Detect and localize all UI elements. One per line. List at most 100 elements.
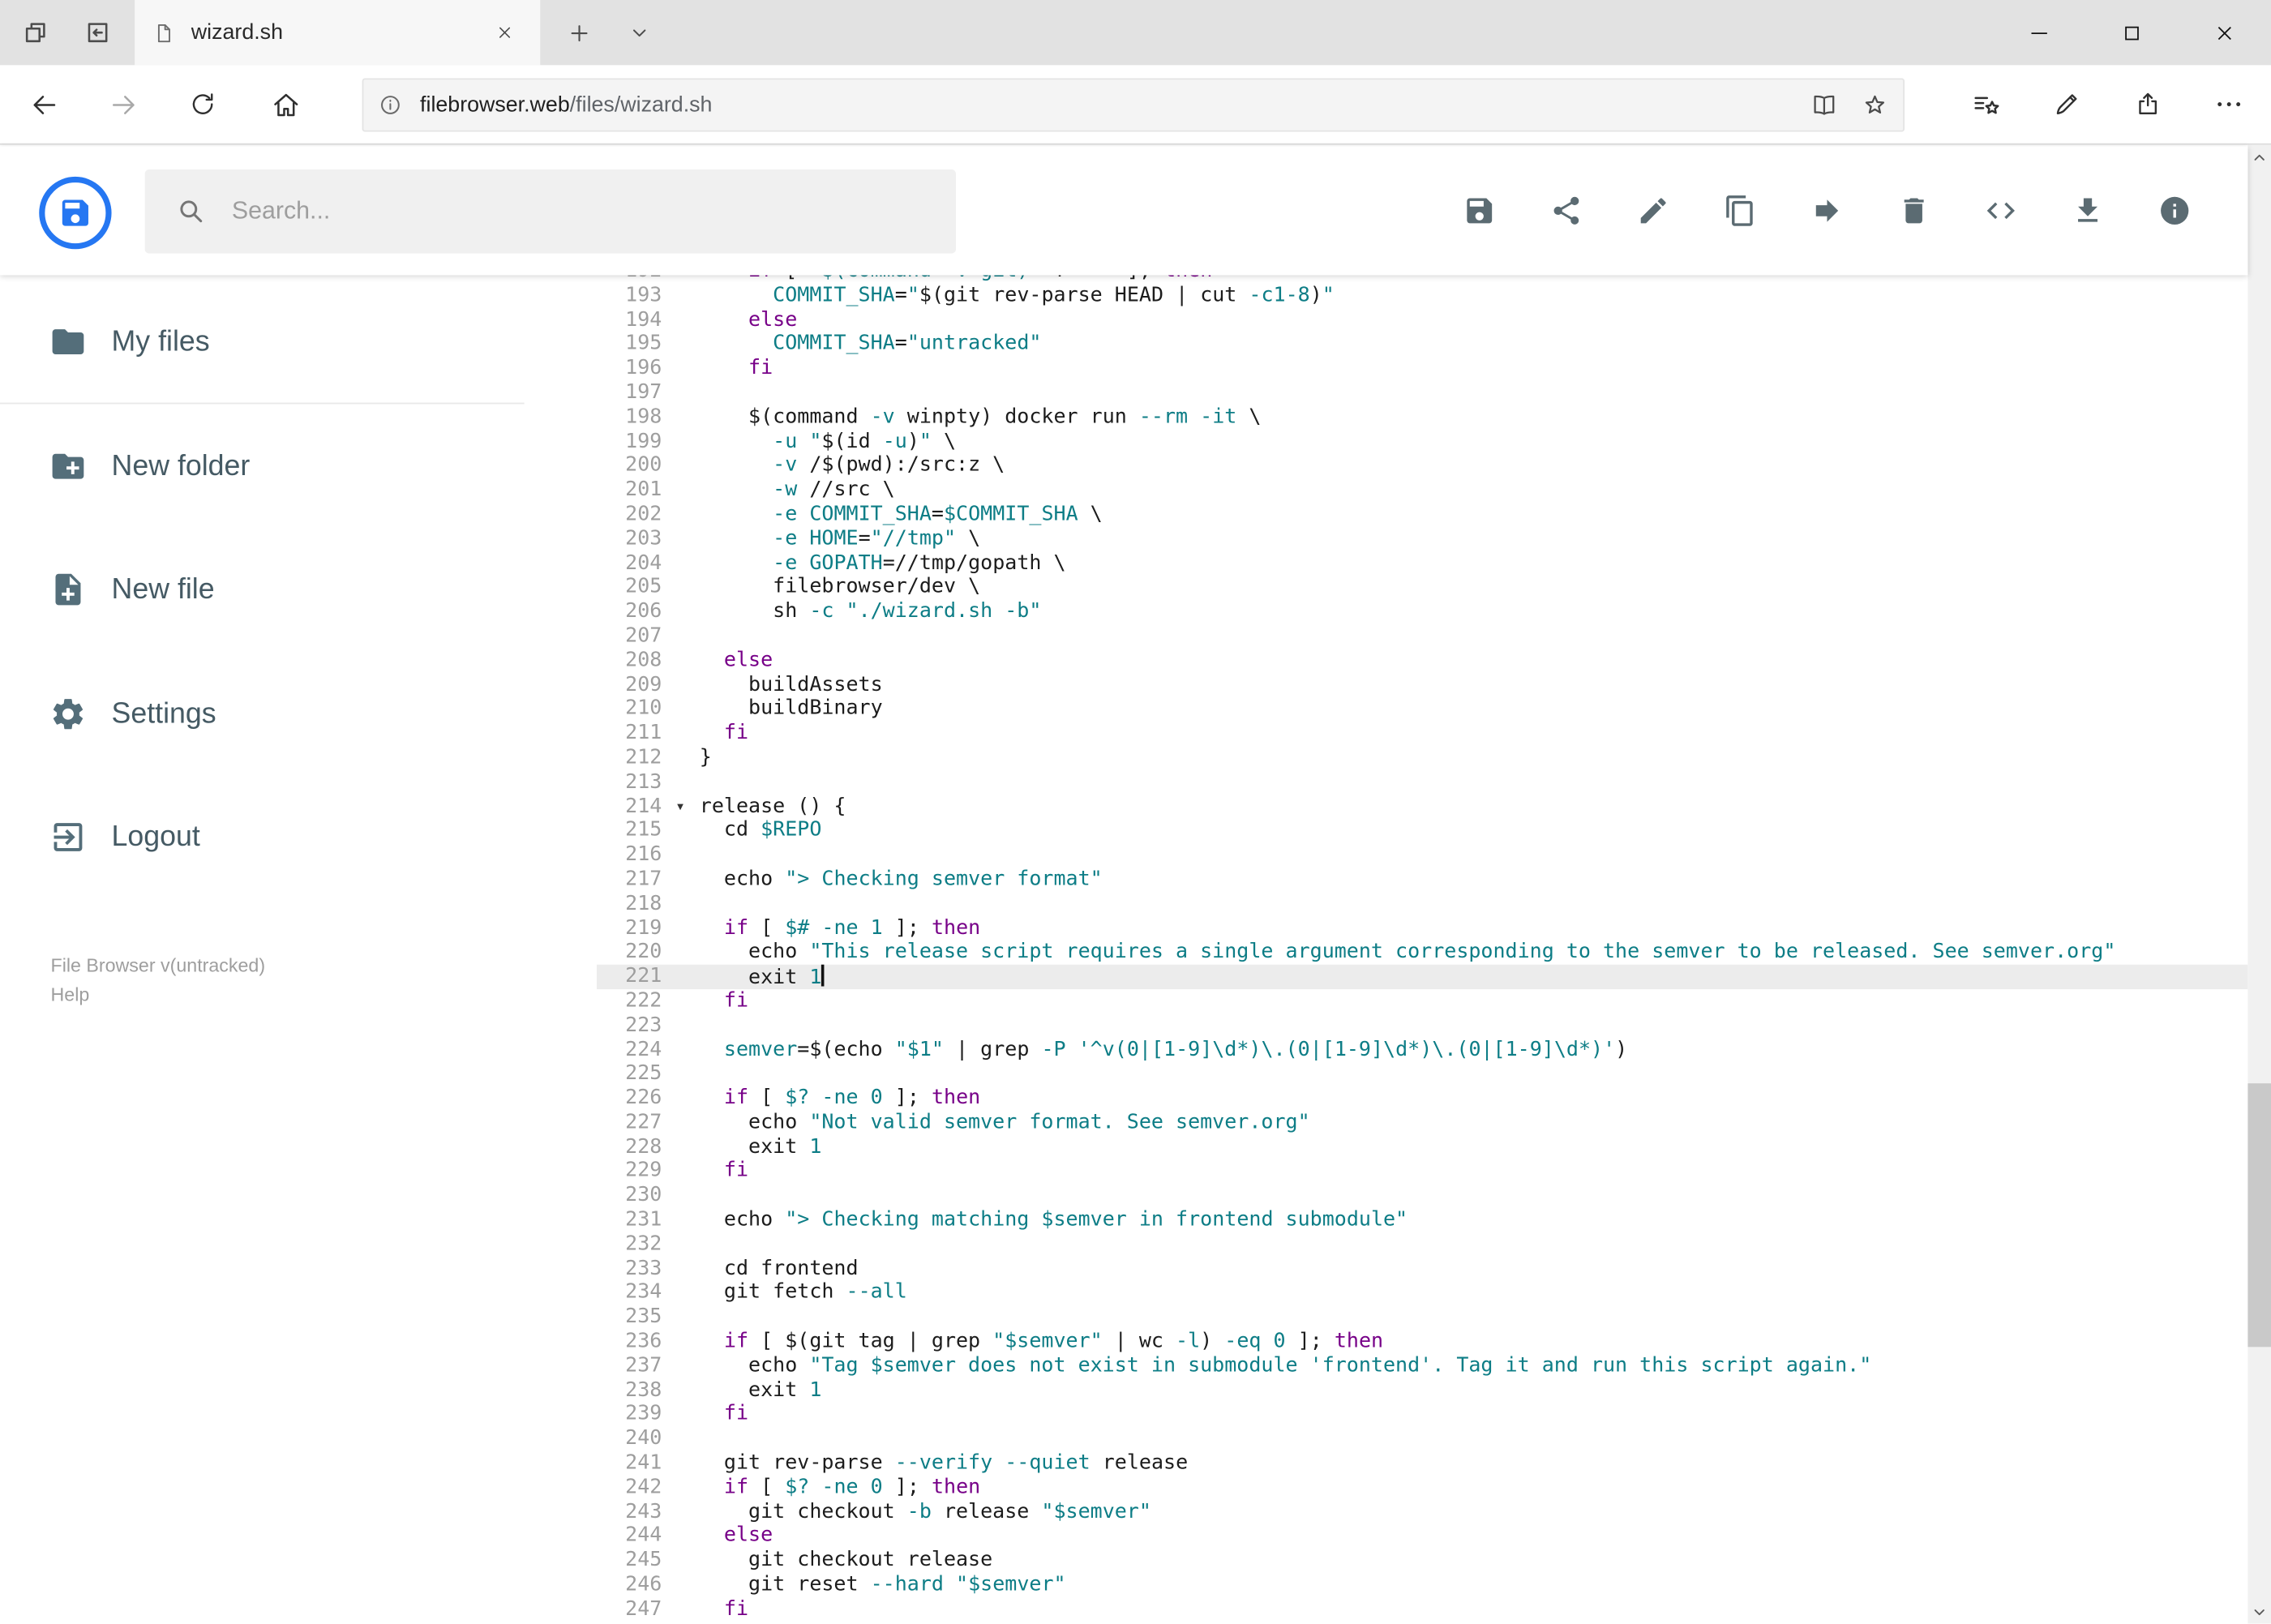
download-button[interactable] [2070, 193, 2105, 228]
code-line[interactable]: 241 git rev-parse --verify --quiet relea… [597, 1451, 2247, 1476]
code-line-text[interactable]: buildBinary [662, 697, 883, 722]
code-line-text[interactable]: git rev-parse --verify --quiet release [662, 1451, 1188, 1476]
code-line-text[interactable]: fi [662, 1597, 748, 1622]
code-line-text[interactable]: if [ $# -ne 1 ]; then [662, 916, 980, 941]
code-line-text[interactable]: sh -c "./wizard.sh -b" [662, 600, 1041, 624]
code-line-text[interactable] [662, 843, 699, 868]
code-line-text[interactable]: echo "Tag $semver does not exist in subm… [662, 1354, 1871, 1378]
code-line[interactable]: 201 -w //src \ [597, 478, 2247, 503]
code-line-text[interactable]: git reset --hard "$semver" [662, 1573, 1066, 1597]
window-maximize-button[interactable] [2085, 0, 2178, 65]
code-line[interactable]: 237 echo "Tag $semver does not exist in … [597, 1354, 2247, 1378]
code-line[interactable]: 208 else [597, 649, 2247, 673]
rename-button[interactable] [1635, 193, 1670, 228]
code-line[interactable]: 219 if [ $# -ne 1 ]; then [597, 916, 2247, 941]
move-button[interactable] [1809, 193, 1844, 228]
code-line[interactable]: 244 else [597, 1524, 2247, 1549]
code-line-text[interactable]: if [ "$(command -v git)" != "" ]; then [662, 275, 1212, 283]
code-line[interactable]: 223 [597, 1013, 2247, 1038]
browser-menu-button[interactable] [2197, 72, 2261, 136]
sidebar-item-new-folder[interactable]: New folder [0, 423, 525, 510]
reading-view-icon[interactable] [1810, 92, 1838, 119]
code-line-text[interactable]: fi [662, 1159, 748, 1184]
code-line[interactable]: 192 if [ "$(command -v git)" != "" ]; th… [597, 275, 2247, 283]
code-line[interactable]: 196 fi [597, 357, 2247, 381]
page-scrollbar[interactable] [2247, 144, 2271, 1624]
code-line[interactable]: 232 [597, 1232, 2247, 1257]
sidebar-item-my-files[interactable]: My files [0, 298, 525, 385]
code-line[interactable]: 245 git checkout release [597, 1549, 2247, 1573]
code-line[interactable]: 222 fi [597, 989, 2247, 1013]
new-tab-button[interactable] [549, 0, 610, 65]
code-line-text[interactable] [662, 381, 699, 405]
code-line[interactable]: 234 git fetch --all [597, 1281, 2247, 1305]
share-browser-button[interactable] [2116, 72, 2180, 136]
code-line[interactable]: 238 exit 1 [597, 1378, 2247, 1403]
code-line[interactable]: 224 semver=$(echo "$1" | grep -P '^v(0|[… [597, 1038, 2247, 1062]
home-button[interactable] [254, 72, 318, 136]
code-line[interactable]: 228 exit 1 [597, 1135, 2247, 1159]
code-line-text[interactable]: -v /$(pwd):/src:z \ [662, 454, 1005, 478]
code-line[interactable]: 233 cd frontend [597, 1257, 2247, 1281]
code-line-text[interactable]: if [ $? -ne 0 ]; then [662, 1086, 980, 1111]
code-line[interactable]: 206 sh -c "./wizard.sh -b" [597, 600, 2247, 624]
refresh-button[interactable] [171, 72, 235, 136]
code-line[interactable]: 226 if [ $? -ne 0 ]; then [597, 1086, 2247, 1111]
window-minimize-button[interactable] [1993, 0, 2085, 65]
code-line-text[interactable] [662, 624, 699, 649]
hub-favorites-button[interactable] [1954, 72, 2018, 136]
code-line-text[interactable]: filebrowser/dev \ [662, 576, 980, 600]
code-line-text[interactable]: if [ $? -ne 0 ]; then [662, 1476, 980, 1500]
code-line-text[interactable] [662, 892, 699, 916]
code-line[interactable]: 236 if [ $(git tag | grep "$semver" | wc… [597, 1330, 2247, 1354]
window-close-button[interactable] [2179, 0, 2271, 65]
code-line-text[interactable]: semver=$(echo "$1" | grep -P '^v(0|[1-9]… [662, 1038, 1627, 1062]
sidebar-item-settings[interactable]: Settings [0, 671, 525, 757]
code-line[interactable]: 216 [597, 843, 2247, 868]
code-line-text[interactable]: $(command -v winpty) docker run --rm -it… [662, 405, 1261, 430]
web-note-button[interactable] [2035, 72, 2099, 136]
code-line-text[interactable]: else [662, 649, 773, 673]
code-line-text[interactable] [662, 1305, 699, 1330]
scrollbar-thumb[interactable] [2247, 1083, 2271, 1348]
code-line-text[interactable]: -u "$(id -u)" \ [662, 430, 956, 454]
code-line[interactable]: 242 if [ $? -ne 0 ]; then [597, 1476, 2247, 1500]
code-line[interactable]: 209 buildAssets [597, 673, 2247, 697]
filebrowser-logo[interactable] [39, 176, 112, 250]
code-line-text[interactable] [662, 770, 699, 795]
code-line[interactable]: 240 [597, 1427, 2247, 1451]
code-line[interactable]: 235 [597, 1305, 2247, 1330]
code-line[interactable]: 218 [597, 892, 2247, 916]
code-line-text[interactable]: -w //src \ [662, 478, 895, 503]
code-line[interactable]: 217 echo "> Checking semver format" [597, 868, 2247, 892]
scrollbar-up-arrow[interactable] [2247, 145, 2271, 169]
code-line-text[interactable]: fi [662, 1403, 748, 1427]
search-input[interactable] [229, 195, 872, 228]
code-line[interactable]: 246 git reset --hard "$semver" [597, 1573, 2247, 1597]
code-line[interactable]: 212} [597, 746, 2247, 770]
code-line[interactable]: 239 fi [597, 1403, 2247, 1427]
code-line-text[interactable] [662, 1232, 699, 1257]
code-line-text[interactable] [662, 1427, 699, 1451]
forward-button[interactable] [92, 72, 156, 136]
code-line-text[interactable]: -e GOPATH=//tmp/gopath \ [662, 551, 1065, 576]
code-line-text[interactable]: if [ $(git tag | grep "$semver" | wc -l)… [662, 1330, 1383, 1354]
address-bar[interactable]: filebrowser.web/files/wizard.sh [362, 78, 1905, 132]
share-button[interactable] [1549, 193, 1583, 228]
code-line-text[interactable]: -e HOME="//tmp" \ [662, 527, 980, 551]
code-line-text[interactable]: cd $REPO [662, 819, 822, 843]
code-line-text[interactable]: release () { [662, 795, 846, 819]
code-line-text[interactable]: exit 1 [662, 1135, 821, 1159]
code-line-text[interactable]: else [662, 308, 797, 332]
code-line[interactable]: 197 [597, 381, 2247, 405]
code-line-text[interactable]: fi [662, 989, 748, 1013]
tab-list-chevron-button[interactable] [611, 0, 666, 65]
sidebar-item-logout[interactable]: Logout [0, 794, 525, 881]
code-line[interactable]: 214 ▾ release () { [597, 795, 2247, 819]
code-line[interactable]: 229 fi [597, 1159, 2247, 1184]
set-tabs-aside-button[interactable] [4, 0, 66, 65]
code-line[interactable]: 204 -e GOPATH=//tmp/gopath \ [597, 551, 2247, 576]
search-box[interactable] [144, 169, 956, 254]
code-line-text[interactable]: COMMIT_SHA="$(git rev-parse HEAD | cut -… [662, 284, 1335, 308]
code-line-text[interactable]: exit 1 [662, 964, 825, 989]
